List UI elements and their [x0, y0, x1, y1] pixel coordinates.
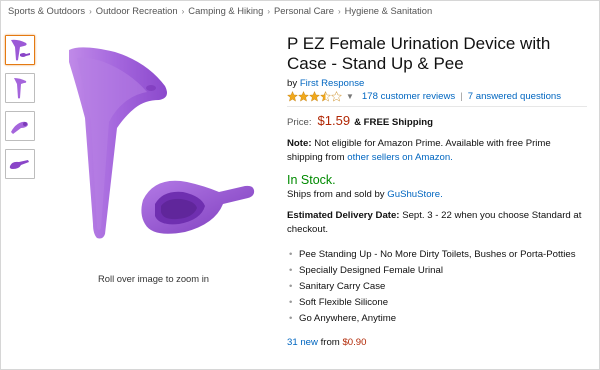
prime-note: Note: Not eligible for Amazon Prime. Ava…	[287, 137, 587, 165]
byline: by First Response	[287, 78, 587, 89]
chevron-right-icon: ›	[337, 7, 341, 16]
star-icon	[298, 91, 309, 102]
reviews-link[interactable]: 178 customer reviews	[362, 91, 455, 102]
product-thumbnail-image	[14, 78, 27, 99]
seller-prefix: Ships from and sold by	[287, 189, 385, 200]
offers-price: $0.90	[342, 337, 367, 348]
product-title: P EZ Female Urination Device with Case -…	[287, 34, 551, 73]
product-thumbnail-image	[9, 160, 30, 169]
price-label: Price:	[287, 117, 312, 128]
other-sellers-link[interactable]: other sellers on Amazon.	[347, 152, 453, 163]
shipping-label: & FREE Shipping	[354, 117, 433, 128]
stock-status: In Stock.	[287, 173, 336, 187]
product-image-illustration	[69, 47, 255, 239]
feature-bullet: Pee Standing Up - No More Dirty Toilets,…	[287, 248, 587, 262]
brand-link[interactable]: First Response	[300, 78, 365, 89]
product-thumbnail-image	[11, 39, 30, 61]
chevron-right-icon: ›	[89, 7, 92, 16]
note-label: Note:	[287, 138, 312, 149]
shipping-text: & FREE Shipping	[354, 117, 433, 128]
caret-down-icon[interactable]: ▼	[346, 92, 354, 101]
other-offers: 31 new from $0.90	[287, 337, 587, 348]
breadcrumb-item-camping-hiking[interactable]: Camping & Hiking	[188, 5, 263, 16]
main-product-image[interactable]	[55, 38, 270, 248]
breadcrumb-item-sports-outdoors[interactable]: Sports & Outdoors	[8, 5, 85, 16]
zoom-hint: Roll over image to zoom in	[98, 273, 209, 284]
thumbnail-4[interactable]	[5, 149, 35, 179]
byline-prefix: by	[287, 78, 298, 89]
star-icon	[309, 91, 320, 102]
new-offers-link[interactable]: 31 new	[287, 337, 318, 348]
thumbnail-2[interactable]	[5, 73, 35, 103]
questions-link[interactable]: 7 answered questions	[468, 91, 561, 102]
feature-bullet: Sanitary Carry Case	[287, 280, 587, 294]
delivery-label: Estimated Delivery Date:	[287, 210, 400, 221]
chevron-right-icon: ›	[267, 7, 271, 16]
seller-info: Ships from and sold by GuShuStore.	[287, 189, 587, 200]
star-rating[interactable]	[287, 91, 342, 102]
breadcrumb-item-outdoor-recreation[interactable]: Outdoor Recreation	[96, 5, 178, 16]
product-info: P EZ Female Urination Device with Case -…	[287, 34, 587, 348]
breadcrumb: Sports & Outdoors › Outdoor Recreation › Cam…	[8, 5, 432, 16]
seller-link[interactable]: GuShuStore.	[387, 189, 442, 200]
thumbnail-3[interactable]	[5, 111, 35, 141]
star-half-icon	[320, 91, 331, 102]
star-empty-icon	[331, 91, 342, 102]
feature-bullet: Go Anywhere, Anytime	[287, 312, 587, 326]
feature-bullets: Pee Standing Up - No More Dirty Toilets,…	[287, 248, 587, 326]
breadcrumb-item-hygiene-sanitation[interactable]: Hygiene & Sanitation	[345, 5, 433, 16]
product-thumbnail-image	[11, 121, 28, 134]
chevron-right-icon: ›	[181, 7, 185, 16]
rating-row: ▼ 178 customer reviews | 7 answered ques…	[287, 91, 587, 102]
feature-bullet: Specially Designed Female Urinal	[287, 264, 587, 278]
price-value: $1.59	[317, 113, 351, 128]
feature-bullet: Soft Flexible Silicone	[287, 296, 587, 310]
breadcrumb-item-personal-care[interactable]: Personal Care	[274, 5, 334, 16]
divider	[287, 106, 587, 107]
offers-from: from	[320, 337, 340, 348]
thumbnail-strip	[5, 35, 35, 187]
thumbnail-1[interactable]	[5, 35, 35, 65]
delivery-estimate: Estimated Delivery Date: Sept. 3 - 22 wh…	[287, 209, 587, 237]
separator: |	[460, 91, 463, 102]
star-icon	[287, 91, 298, 102]
price-row: Price: $1.59 & FREE Shipping	[287, 113, 587, 128]
